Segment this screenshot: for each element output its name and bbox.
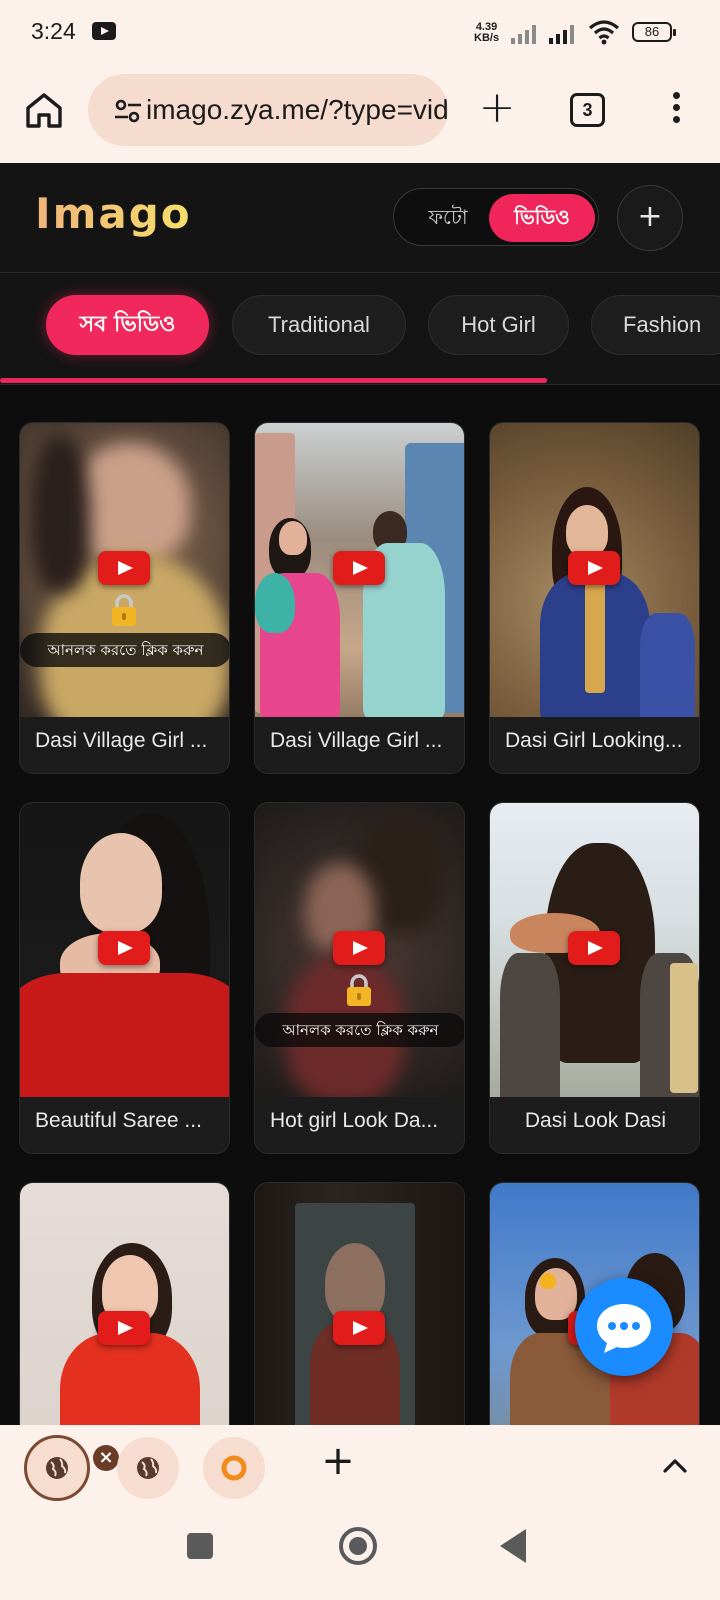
wifi-icon — [588, 20, 620, 45]
category-chip-fashion[interactable]: Fashion — [591, 295, 720, 355]
browser-toolbar: imago.zya.me/?type=video + 3 — [0, 66, 720, 163]
toggle-photo[interactable]: ফটো — [400, 194, 496, 242]
new-tab-button[interactable]: + — [475, 86, 519, 132]
video-card[interactable]: আনলক করতে ক্লিক করুন Dasi Village Girl .… — [19, 422, 230, 774]
video-title: Hot girl Look Da... — [270, 1109, 439, 1132]
video-card[interactable] — [254, 1182, 465, 1425]
video-card[interactable]: আনলক করতে ক্লিক করুন Hot girl Look Da... — [254, 802, 465, 1154]
video-thumbnail[interactable] — [255, 1183, 464, 1425]
ring-icon — [221, 1455, 247, 1481]
video-card[interactable]: Dasi Village Girl ... — [254, 422, 465, 774]
category-scroll-indicator — [0, 378, 548, 383]
tab-thumbnail[interactable] — [203, 1437, 265, 1499]
unlock-prompt[interactable]: আনলক করতে ক্লিক করুন — [255, 1013, 464, 1047]
url-text[interactable]: imago.zya.me/?type=video — [146, 94, 448, 126]
video-card[interactable]: Dasi Look Dasi — [489, 802, 700, 1154]
video-title: Dasi Village Girl ... — [270, 729, 443, 752]
network-speed-unit: KB/s — [474, 32, 500, 44]
home-nav-button[interactable] — [339, 1527, 377, 1565]
add-tab-icon[interactable]: + — [318, 1441, 358, 1483]
add-button[interactable]: + — [617, 185, 683, 251]
lock-icon — [347, 974, 371, 1006]
signal-icon — [511, 25, 536, 44]
lock-icon — [112, 594, 136, 626]
video-title: Dasi Look Dasi — [524, 1109, 667, 1132]
status-time: 3:24 — [31, 18, 76, 44]
video-title: Beautiful Saree ... — [35, 1109, 202, 1132]
video-grid: আনলক করতে ক্লিক করুন Dasi Village Girl .… — [0, 385, 720, 1425]
more-menu-icon[interactable] — [666, 92, 686, 128]
play-icon[interactable] — [98, 551, 150, 585]
browser-tab-strip: × + — [0, 1425, 720, 1510]
system-nav-bar — [0, 1510, 720, 1600]
video-card[interactable]: Dasi Girl Looking... — [489, 422, 700, 774]
globe-icon — [46, 1457, 68, 1479]
app-logo[interactable]: Imago — [35, 189, 192, 238]
chat-bubble-icon — [597, 1304, 651, 1353]
chevron-up-icon[interactable] — [662, 1455, 688, 1475]
tab-switcher-button[interactable]: 3 — [570, 93, 605, 127]
battery-icon: 86 — [632, 22, 676, 42]
youtube-notification-icon — [92, 22, 116, 40]
unlock-prompt[interactable]: আনলক করতে ক্লিক করুন — [20, 633, 229, 667]
category-chip-traditional[interactable]: Traditional — [232, 295, 406, 355]
play-icon[interactable] — [98, 931, 150, 965]
recent-apps-button[interactable] — [187, 1533, 213, 1559]
video-card[interactable] — [19, 1182, 230, 1425]
category-bar: সব ভিডিও Traditional Hot Girl Fashion — [0, 273, 720, 385]
media-type-toggle: ফটো ভিডিও — [393, 188, 599, 246]
video-title: Dasi Girl Looking... — [505, 729, 683, 752]
app-header: Imago ফটো ভিডিও + — [0, 163, 720, 273]
play-icon[interactable] — [98, 1311, 150, 1345]
toggle-video[interactable]: ভিডিও — [489, 194, 595, 242]
chat-button[interactable] — [575, 1278, 673, 1376]
video-card[interactable]: Beautiful Saree ... — [19, 802, 230, 1154]
play-icon[interactable] — [568, 931, 620, 965]
play-icon[interactable] — [568, 551, 620, 585]
home-icon[interactable] — [22, 88, 66, 132]
video-title: Dasi Village Girl ... — [35, 729, 208, 752]
video-thumbnail[interactable] — [20, 1183, 229, 1425]
site-settings-icon[interactable] — [114, 98, 142, 124]
address-bar[interactable]: imago.zya.me/?type=video — [88, 74, 448, 146]
play-icon[interactable] — [333, 931, 385, 965]
category-chip-hot-girl[interactable]: Hot Girl — [428, 295, 569, 355]
close-tab-button[interactable]: × — [93, 1445, 119, 1471]
back-button[interactable] — [500, 1529, 526, 1563]
tab-thumbnail[interactable] — [117, 1437, 179, 1499]
status-bar: 3:24 4.39 KB/s 86 — [0, 0, 720, 66]
category-chip-all-videos[interactable]: সব ভিডিও — [46, 295, 209, 355]
play-icon[interactable] — [333, 551, 385, 585]
signal-icon — [549, 25, 574, 44]
network-speed: 4.39 KB/s — [474, 22, 499, 44]
tab-thumbnail-current[interactable]: × — [24, 1435, 119, 1501]
play-icon[interactable] — [333, 1311, 385, 1345]
globe-icon — [137, 1457, 159, 1479]
